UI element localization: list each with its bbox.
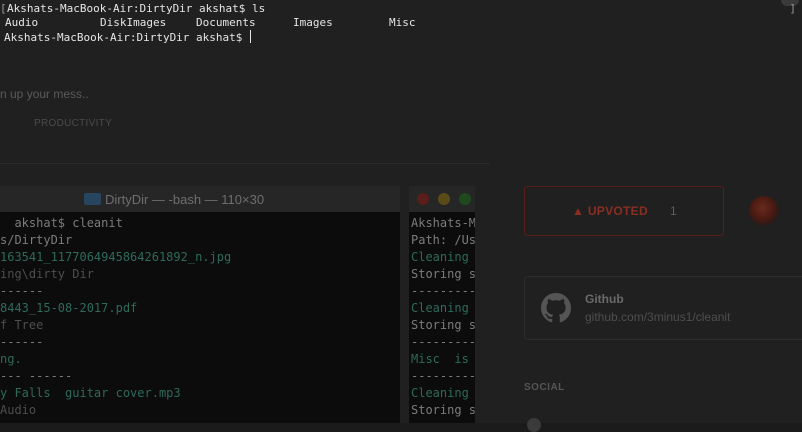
ls-entry: Documents <box>196 16 256 29</box>
terminal-window[interactable]: [ ] Akshats-MacBook-Air:DirtyDir akshat$… <box>0 0 802 423</box>
command-line: Akshats-MacBook-Air:DirtyDir akshat$ ls <box>7 2 266 15</box>
ls-entry: DiskImages <box>100 16 167 29</box>
terminal-bracket: [ <box>0 2 7 15</box>
prompt-text: Akshats-MacBook-Air:DirtyDir akshat$ <box>4 31 250 44</box>
prompt-line[interactable]: Akshats-MacBook-Air:DirtyDir akshat$ <box>4 30 252 45</box>
ls-entry: Audio <box>5 16 39 29</box>
ls-entry: Misc <box>389 16 416 29</box>
terminal-bracket: ] <box>789 2 796 15</box>
ls-entry: Images <box>293 16 333 29</box>
text-cursor <box>250 30 252 43</box>
